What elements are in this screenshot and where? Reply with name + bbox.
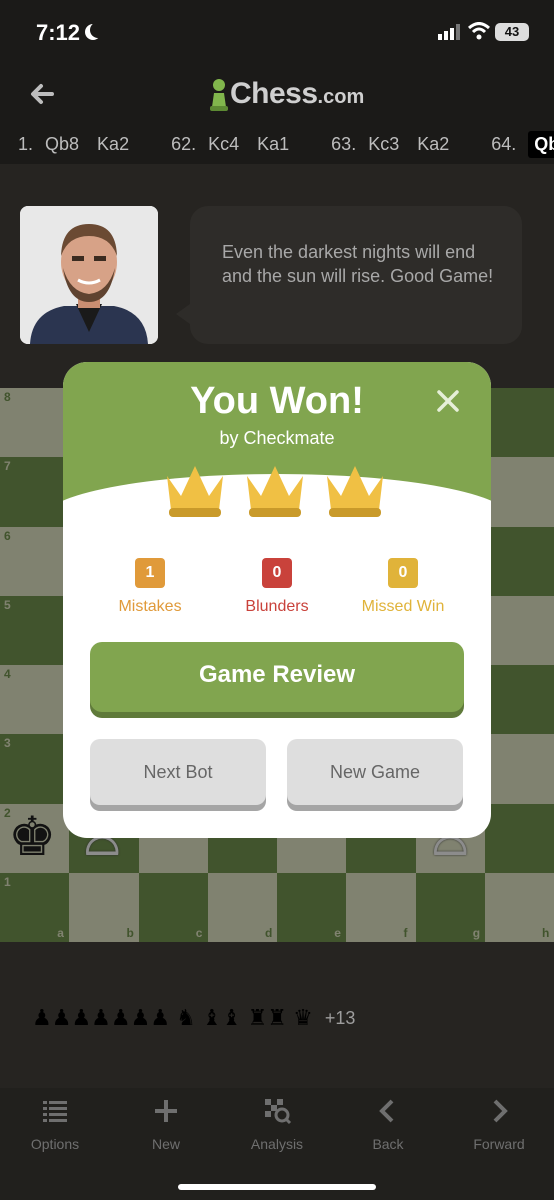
captured-pieces: ♟♟♟♟♟♟♟ ♞ ♝♝ ♜♜ ♛ +13 <box>32 1004 355 1032</box>
stat-label: Blunders <box>245 598 309 615</box>
logo-text: Chess <box>230 77 318 110</box>
nav-options[interactable]: Options <box>0 1096 110 1152</box>
logo-domain: .com <box>317 85 365 108</box>
crown-icon <box>167 466 223 517</box>
move-black[interactable]: Ka1 <box>257 134 289 155</box>
nav-forward[interactable]: Forward <box>444 1096 554 1152</box>
speech-bubble: Even the darkest nights will end and the… <box>176 206 522 344</box>
move-number: 64. <box>491 133 517 154</box>
opponent-avatar <box>20 206 158 344</box>
captured-pieces-icons: ♟♟♟♟♟♟♟ ♞ ♝♝ ♜♜ ♛ <box>32 1005 313 1030</box>
chevron-left-icon <box>379 1099 394 1123</box>
move-number: 1. <box>18 133 34 154</box>
nav-new[interactable]: New <box>111 1096 221 1152</box>
stat-value: 0 <box>262 558 292 588</box>
new-game-button[interactable]: New Game <box>287 739 463 805</box>
stat-label: Mistakes <box>118 598 182 615</box>
home-indicator <box>178 1184 376 1190</box>
nav-back[interactable]: Back <box>333 1096 443 1152</box>
game-stats: 1 Mistakes 0 Blunders 0 Missed Win <box>63 558 491 628</box>
app-bar: Chess .com <box>0 64 554 124</box>
stat-value: 0 <box>388 558 418 588</box>
nav-label: Back <box>372 1136 404 1152</box>
crown-rating <box>163 462 393 524</box>
move-black[interactable]: Ka2 <box>417 134 449 155</box>
crown-icon <box>247 466 303 517</box>
result-reason: by Checkmate <box>219 428 335 448</box>
chess-logo: Chess .com <box>208 76 364 112</box>
move-current[interactable]: Qb2# <box>528 130 554 158</box>
game-review-button[interactable]: Game Review <box>90 642 464 712</box>
crown-icon <box>327 466 383 517</box>
close-icon[interactable] <box>433 386 463 416</box>
material-advantage: +13 <box>324 1007 356 1028</box>
pawn-logo-icon <box>210 79 228 111</box>
move-white[interactable]: Qb8 <box>45 134 79 155</box>
nav-label: Analysis <box>250 1136 304 1152</box>
plus-icon <box>155 1100 177 1122</box>
stat-blunders: 0 Blunders <box>212 558 342 616</box>
move-number: 63. <box>331 133 357 154</box>
status-time: 7:12 <box>36 20 81 45</box>
next-bot-button[interactable]: Next Bot <box>90 739 266 805</box>
analysis-board-icon <box>265 1099 292 1125</box>
stat-mistakes: 1 Mistakes <box>85 558 215 616</box>
moon-icon <box>90 22 106 38</box>
bot-portrait-icon <box>20 206 158 344</box>
game-over-modal: You Won! by Checkmate 1 Mistakes 0 Blund… <box>63 362 491 838</box>
stat-label: Missed Win <box>361 598 445 615</box>
battery-icon: 43 <box>495 23 529 41</box>
nav-analysis[interactable]: Analysis <box>222 1096 332 1152</box>
wifi-icon <box>468 22 490 40</box>
signal-icon <box>438 24 460 40</box>
move-number: 62. <box>171 133 197 154</box>
nav-label: Options <box>30 1136 80 1152</box>
nav-label: New <box>151 1136 180 1152</box>
back-arrow-icon[interactable] <box>26 78 58 110</box>
nav-label: Forward <box>473 1136 525 1152</box>
move-list[interactable]: 1. Qb8 Ka2 62. Kc4 Ka1 63. Kc3 Ka2 64. Q… <box>0 124 554 164</box>
status-bar: 7:12 43 <box>0 0 554 64</box>
move-black[interactable]: Ka2 <box>97 134 129 155</box>
move-white[interactable]: Kc3 <box>368 134 399 155</box>
opponent-message: Even the darkest nights will end and the… <box>222 242 494 286</box>
stat-missed-win: 0 Missed Win <box>338 558 468 616</box>
move-white[interactable]: Kc4 <box>208 134 239 155</box>
chevron-right-icon <box>493 1099 508 1123</box>
stat-value: 1 <box>135 558 165 588</box>
result-title: You Won! <box>190 380 364 422</box>
list-icon <box>43 1101 67 1122</box>
